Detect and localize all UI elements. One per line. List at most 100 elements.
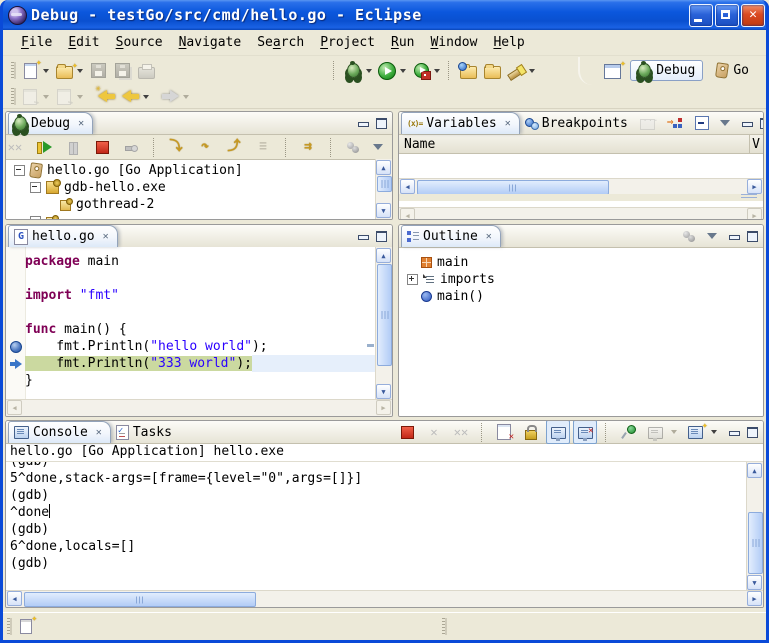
maximize-view-button[interactable] bbox=[376, 231, 387, 241]
terminate-button[interactable] bbox=[395, 420, 419, 444]
step-filters-button[interactable]: ⇉ bbox=[296, 135, 320, 159]
close-tab-icon[interactable]: ✕ bbox=[486, 231, 492, 242]
annotation-ruler[interactable] bbox=[6, 247, 26, 400]
gutter-slot[interactable] bbox=[9, 304, 23, 321]
maximize-view-button[interactable] bbox=[760, 118, 764, 128]
variables-column-header[interactable]: Name V bbox=[399, 135, 763, 154]
open-console-button[interactable] bbox=[683, 420, 707, 444]
scroll-up-arrow[interactable]: ▲ bbox=[747, 463, 762, 478]
perspective-debug-button[interactable]: Debug bbox=[630, 60, 703, 81]
scroll-down-arrow[interactable]: ▼ bbox=[747, 575, 762, 590]
minimize-button[interactable] bbox=[689, 4, 713, 27]
print-button[interactable] bbox=[134, 59, 158, 83]
tree-item-main()[interactable]: main() bbox=[399, 288, 763, 305]
code-text[interactable]: package mainimport "fmt"func main() { fm… bbox=[25, 247, 375, 400]
new-wizard-dropdown[interactable] bbox=[43, 69, 49, 73]
scroll-up-arrow[interactable]: ▲ bbox=[376, 160, 391, 175]
menu-item-file[interactable]: File bbox=[13, 33, 60, 52]
new-wizard-button[interactable] bbox=[18, 59, 42, 83]
titlebar[interactable]: Debug - testGo/src/cmd/hello.go - Eclips… bbox=[0, 0, 769, 30]
save-button[interactable] bbox=[86, 59, 110, 83]
step-over-button[interactable]: ↷ bbox=[193, 135, 217, 159]
scroll-down-arrow[interactable]: ▼ bbox=[376, 203, 391, 218]
show-stderr-button[interactable]: ✕ bbox=[573, 420, 597, 444]
code-line[interactable]: package main bbox=[25, 253, 375, 270]
menu-item-edit[interactable]: Edit bbox=[60, 33, 107, 52]
editor-horizontal-scrollbar[interactable]: ◀ ▶ bbox=[6, 399, 392, 416]
view-menu-icon[interactable] bbox=[707, 233, 717, 239]
scroll-left-arrow[interactable]: ◀ bbox=[400, 179, 415, 194]
step-return-button[interactable]: ⤴ bbox=[222, 135, 246, 159]
maximize-button[interactable] bbox=[715, 4, 739, 27]
save-all-button[interactable] bbox=[110, 59, 134, 83]
show-logical-structure-button[interactable] bbox=[663, 111, 687, 135]
tab-outline[interactable]: Outline ✕ bbox=[401, 225, 501, 247]
tab-hello-go[interactable]: hello.go ✕ bbox=[8, 225, 118, 247]
remove-all-launches-button[interactable]: ✕✕ bbox=[449, 420, 473, 444]
external-tools-dropdown[interactable] bbox=[434, 69, 440, 73]
open-perspective-button[interactable] bbox=[600, 59, 624, 83]
scroll-thumb[interactable] bbox=[24, 592, 256, 607]
console-vertical-scrollbar[interactable]: ▲ ▼ bbox=[746, 462, 763, 591]
outline-misc-button[interactable] bbox=[677, 224, 701, 248]
close-tab-icon[interactable]: ✕ bbox=[103, 231, 109, 242]
forward-button[interactable] bbox=[158, 85, 182, 109]
close-button[interactable]: ✕ bbox=[741, 4, 765, 27]
scroll-right-arrow[interactable]: ▶ bbox=[747, 179, 762, 194]
column-divider[interactable] bbox=[749, 135, 750, 153]
console-horizontal-scrollbar[interactable]: ◀ ▶ bbox=[6, 590, 763, 607]
search-dropdown[interactable] bbox=[529, 69, 535, 73]
tree-expander-minus[interactable] bbox=[14, 165, 25, 176]
back-dropdown[interactable] bbox=[143, 95, 149, 99]
scroll-right-arrow[interactable]: ▶ bbox=[747, 591, 762, 606]
menu-item-navigate[interactable]: Navigate bbox=[171, 33, 250, 52]
scroll-up-arrow[interactable]: ▲ bbox=[376, 248, 391, 263]
tree-item-gdb-hello.exe[interactable]: gdb-hello.exe bbox=[6, 179, 392, 196]
name-column-header[interactable]: Name bbox=[399, 137, 435, 152]
display-selected-console-button[interactable] bbox=[643, 420, 667, 444]
editor-vertical-scrollbar[interactable]: ▲ ▼ bbox=[375, 247, 392, 400]
drop-to-frame-button[interactable]: ≡ bbox=[251, 135, 275, 159]
suspend-button[interactable] bbox=[61, 135, 85, 159]
minimize-view-button[interactable] bbox=[357, 231, 368, 241]
minimize-view-button[interactable] bbox=[728, 231, 739, 241]
back-button[interactable] bbox=[118, 85, 142, 109]
scroll-left-arrow[interactable]: ◀ bbox=[7, 591, 22, 606]
debug-misc-button[interactable] bbox=[341, 135, 365, 159]
gutter-slot[interactable] bbox=[9, 270, 23, 287]
gutter-slot[interactable] bbox=[9, 321, 23, 338]
toolbar-drag-handle[interactable] bbox=[11, 62, 14, 79]
minimize-view-button[interactable] bbox=[357, 118, 368, 128]
view-menu-icon[interactable] bbox=[720, 120, 730, 126]
code-line[interactable] bbox=[25, 304, 375, 321]
scroll-down-arrow[interactable]: ▼ bbox=[376, 384, 391, 399]
scroll-lock-button[interactable] bbox=[519, 420, 543, 444]
code-line[interactable]: fmt.Println("hello world"); bbox=[25, 338, 375, 355]
next-annotation-button[interactable] bbox=[18, 85, 42, 109]
external-tools-button[interactable] bbox=[409, 59, 433, 83]
scroll-thumb[interactable] bbox=[377, 264, 392, 366]
menu-item-window[interactable]: Window bbox=[422, 33, 485, 52]
step-into-button[interactable]: ⤵ bbox=[164, 135, 188, 159]
gutter-slot[interactable] bbox=[9, 338, 23, 355]
show-stdout-button[interactable] bbox=[546, 420, 570, 444]
tab-variables[interactable]: (x)= Variables ✕ bbox=[401, 112, 520, 134]
console-output[interactable]: (gdb)5^done,stack-args=[frame={level="0"… bbox=[6, 462, 746, 591]
tab-breakpoints[interactable]: Breakpoints bbox=[520, 113, 636, 134]
menu-item-project[interactable]: Project bbox=[312, 33, 383, 52]
tree-item-imports[interactable]: imports bbox=[399, 271, 763, 288]
tree-item-hello.go [Go Application][interactable]: hello.go [Go Application] bbox=[6, 162, 392, 179]
open-console-dropdown[interactable] bbox=[711, 430, 717, 434]
scroll-thumb[interactable] bbox=[417, 180, 609, 195]
show-type-names-button[interactable] bbox=[636, 111, 660, 135]
instruction-pointer-icon[interactable] bbox=[10, 359, 22, 369]
variables-table-empty[interactable] bbox=[399, 154, 763, 178]
tab-tasks[interactable]: Tasks bbox=[111, 422, 180, 443]
statusbar-drag-handle[interactable] bbox=[442, 618, 445, 635]
menu-item-source[interactable]: Source bbox=[108, 33, 171, 52]
code-line[interactable] bbox=[25, 270, 375, 287]
gutter-slot[interactable] bbox=[9, 287, 23, 304]
tree-expander-minus[interactable] bbox=[30, 182, 41, 193]
variables-detail-sash[interactable] bbox=[399, 194, 763, 201]
close-tab-icon[interactable]: ✕ bbox=[505, 118, 511, 129]
